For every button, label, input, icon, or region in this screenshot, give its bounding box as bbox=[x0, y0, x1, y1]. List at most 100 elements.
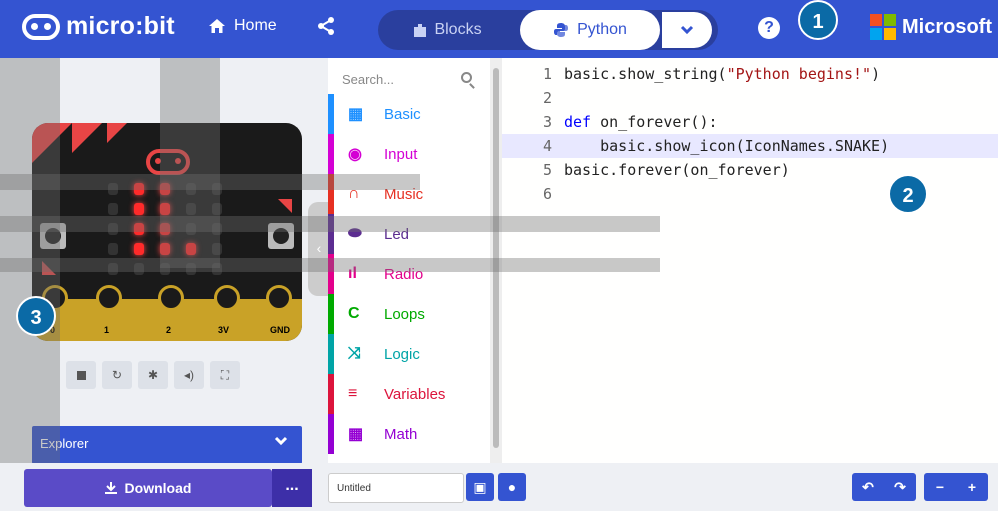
category-color-bar bbox=[328, 254, 334, 294]
mute-button[interactable]: ◂) bbox=[174, 361, 204, 389]
project-name-input[interactable]: Untitled bbox=[328, 473, 464, 503]
code-line[interactable]: 1 basic.show_string("Python begins!") bbox=[502, 62, 998, 86]
pin-label: GND bbox=[270, 325, 290, 335]
code-line[interactable]: 4 basic.show_icon(IconNames.SNAKE) bbox=[502, 134, 998, 158]
led-pixel bbox=[108, 243, 118, 255]
code-text: basic.show_string("Python begins!") bbox=[564, 65, 881, 83]
language-dropdown[interactable] bbox=[662, 12, 712, 48]
callout-badge-3: 3 bbox=[16, 296, 56, 336]
category-color-bar bbox=[328, 214, 334, 254]
undo-button[interactable]: ↶ bbox=[852, 473, 884, 501]
scroll-thumb[interactable] bbox=[493, 68, 499, 448]
python-tab[interactable]: Python bbox=[520, 10, 660, 50]
line-number: 2 bbox=[542, 89, 552, 107]
download-button[interactable]: Download bbox=[24, 469, 272, 507]
pin-ring[interactable] bbox=[96, 285, 122, 311]
led-pixel bbox=[160, 263, 170, 275]
category-input[interactable]: ◉ Input bbox=[328, 134, 493, 174]
brand-label: Microsoft bbox=[902, 15, 992, 38]
code-line[interactable]: 5 basic.forever(on_forever) bbox=[502, 158, 998, 182]
category-label: Variables bbox=[384, 385, 446, 403]
explorer-label: Explorer bbox=[40, 436, 89, 451]
category-loops[interactable]: C Loops bbox=[328, 294, 493, 334]
speaker-icon: ◂) bbox=[183, 368, 195, 382]
lines-icon: ≡ bbox=[348, 385, 358, 402]
category-led[interactable]: ⬬ Led bbox=[328, 214, 493, 254]
search-input[interactable]: Search... bbox=[342, 66, 482, 94]
led-pixel bbox=[186, 223, 196, 235]
download-label: Download bbox=[124, 480, 192, 496]
debug-button[interactable]: ✱ bbox=[138, 361, 168, 389]
blocks-tab[interactable]: Blocks bbox=[378, 10, 518, 50]
pin-label: 3V bbox=[218, 325, 230, 335]
led-pixel bbox=[160, 203, 170, 215]
target-icon: ◉ bbox=[348, 146, 362, 163]
stop-button[interactable] bbox=[66, 361, 96, 389]
code-line[interactable]: 2 bbox=[502, 86, 998, 110]
led-pixel bbox=[108, 203, 118, 215]
plus-icon: + bbox=[967, 479, 977, 495]
led-pixel bbox=[108, 263, 118, 275]
search-icon bbox=[461, 72, 472, 83]
pin-label: 1 bbox=[104, 325, 110, 335]
restart-button[interactable]: ↻ bbox=[102, 361, 132, 389]
fullscreen-button[interactable]: ⛶ bbox=[210, 361, 240, 389]
led-pixel bbox=[160, 243, 170, 255]
led-pixel bbox=[186, 183, 196, 195]
category-basic[interactable]: ▦ Basic bbox=[328, 94, 493, 134]
board-decoration bbox=[107, 123, 127, 143]
led-pixel bbox=[212, 223, 222, 235]
code-editor[interactable]: 1 basic.show_string("Python begins!") 2 3 de… bbox=[502, 58, 998, 463]
category-music[interactable]: ∩ Music bbox=[328, 174, 493, 214]
button-a-label-icon bbox=[42, 261, 56, 275]
button-a[interactable] bbox=[40, 223, 66, 249]
help-button[interactable]: ? bbox=[758, 17, 780, 39]
zoom-in-button[interactable]: + bbox=[956, 473, 988, 501]
led-pixel bbox=[186, 203, 196, 215]
loop-icon: C bbox=[348, 305, 360, 322]
pin-ring[interactable] bbox=[214, 285, 240, 311]
chevron-down-icon bbox=[274, 436, 288, 446]
simulator-toolbar: ↻ ✱ ◂) ⛶ bbox=[66, 361, 240, 389]
category-color-bar bbox=[328, 334, 334, 374]
category-color-bar bbox=[328, 414, 334, 454]
category-math[interactable]: ▦ Math bbox=[328, 414, 493, 454]
explorer-toggle[interactable]: Explorer bbox=[32, 426, 302, 464]
category-label: Math bbox=[384, 425, 418, 443]
category-radio[interactable]: ıl Radio bbox=[328, 254, 493, 294]
microbit-simulator[interactable]: 0 1 2 3V GND bbox=[32, 123, 302, 341]
zoom-out-button[interactable]: − bbox=[924, 473, 956, 501]
category-variables[interactable]: ≡ Variables bbox=[328, 374, 493, 414]
home-icon bbox=[209, 19, 225, 33]
callout-badge-1: 1 bbox=[798, 0, 838, 40]
led-pixel bbox=[212, 203, 222, 215]
share-button[interactable] bbox=[316, 16, 336, 41]
microsoft-brand[interactable]: Microsoft bbox=[870, 14, 992, 40]
button-b-label-icon bbox=[278, 199, 292, 213]
button-b[interactable] bbox=[268, 223, 294, 249]
code-line[interactable]: 3 def on_forever(): bbox=[502, 110, 998, 134]
microbit-logo[interactable]: micro:bit bbox=[22, 12, 175, 41]
collapse-simulator-button[interactable]: ‹ bbox=[308, 202, 330, 296]
github-button[interactable]: ● bbox=[498, 473, 526, 501]
redo-button[interactable]: ↷ bbox=[884, 473, 916, 501]
board-decoration bbox=[32, 123, 72, 163]
line-number: 5 bbox=[542, 161, 552, 179]
home-button[interactable]: Home bbox=[208, 17, 277, 35]
board-decoration bbox=[72, 123, 102, 153]
save-icon: ▣ bbox=[473, 479, 487, 495]
logo-text: micro:bit bbox=[66, 12, 175, 40]
board-logo-icon bbox=[146, 149, 190, 175]
led-pixel bbox=[134, 203, 144, 215]
toolbox-scrollbar[interactable] bbox=[490, 58, 502, 463]
led-pixel bbox=[134, 263, 144, 275]
save-button[interactable]: ▣ bbox=[466, 473, 494, 501]
category-logic[interactable]: ⤨ Logic bbox=[328, 334, 493, 374]
more-options-button[interactable]: ... bbox=[272, 469, 312, 507]
bug-icon: ✱ bbox=[147, 368, 159, 382]
pin-ring[interactable] bbox=[266, 285, 292, 311]
led-pixel bbox=[134, 223, 144, 235]
category-label: Radio bbox=[384, 265, 424, 283]
pin-ring[interactable] bbox=[158, 285, 184, 311]
led-pixel bbox=[212, 183, 222, 195]
